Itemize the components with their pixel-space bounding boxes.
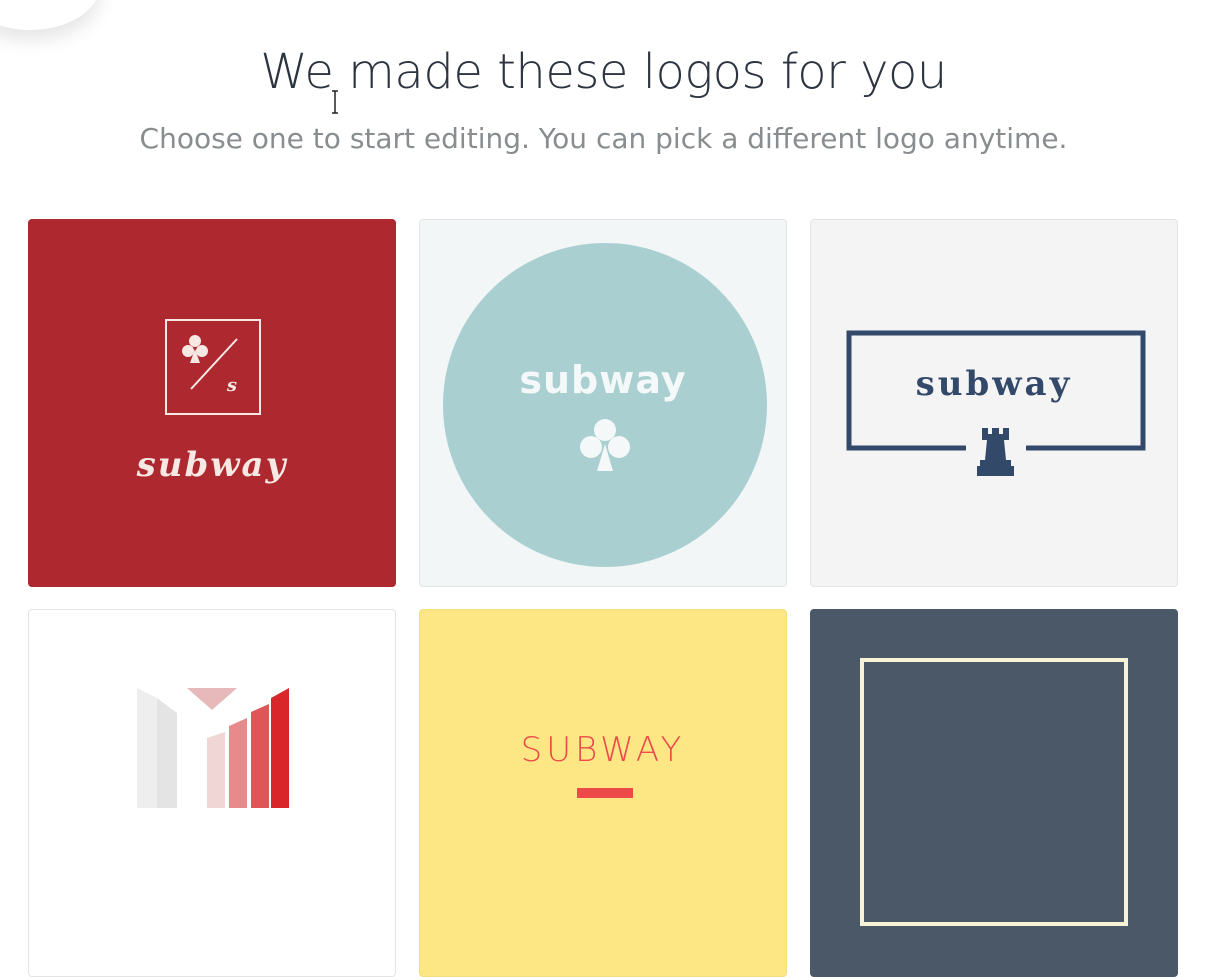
text-cursor-icon: [332, 90, 338, 114]
logo-option-6[interactable]: [810, 609, 1178, 977]
page-title: We made these logos for you: [260, 44, 947, 100]
logo-option-3[interactable]: subway: [810, 219, 1178, 587]
logo-option-4[interactable]: [28, 609, 396, 977]
logo-option-2[interactable]: subway: [419, 219, 787, 587]
rook-icon: [977, 428, 1014, 476]
logo-name: subway: [519, 358, 687, 402]
logo-frame: [860, 658, 1128, 926]
club-emblem-icon: s: [165, 319, 261, 415]
m-bars-icon: [137, 688, 289, 808]
logo-name: SUBWAY: [520, 730, 686, 770]
logo-option-1[interactable]: s subway: [28, 219, 396, 587]
corner-shadow: [0, 0, 100, 30]
logo-underline: [577, 788, 633, 798]
logo-option-5[interactable]: SUBWAY: [419, 609, 787, 977]
logo-frame: [846, 330, 1146, 476]
emblem-letter: s: [226, 375, 237, 396]
logo-circle: [443, 243, 767, 567]
page-subtitle: Choose one to start editing. You can pic…: [139, 122, 1068, 155]
logo-name: subway: [136, 445, 288, 485]
logo-name: subway: [915, 364, 1073, 404]
club-icon: [580, 419, 630, 471]
